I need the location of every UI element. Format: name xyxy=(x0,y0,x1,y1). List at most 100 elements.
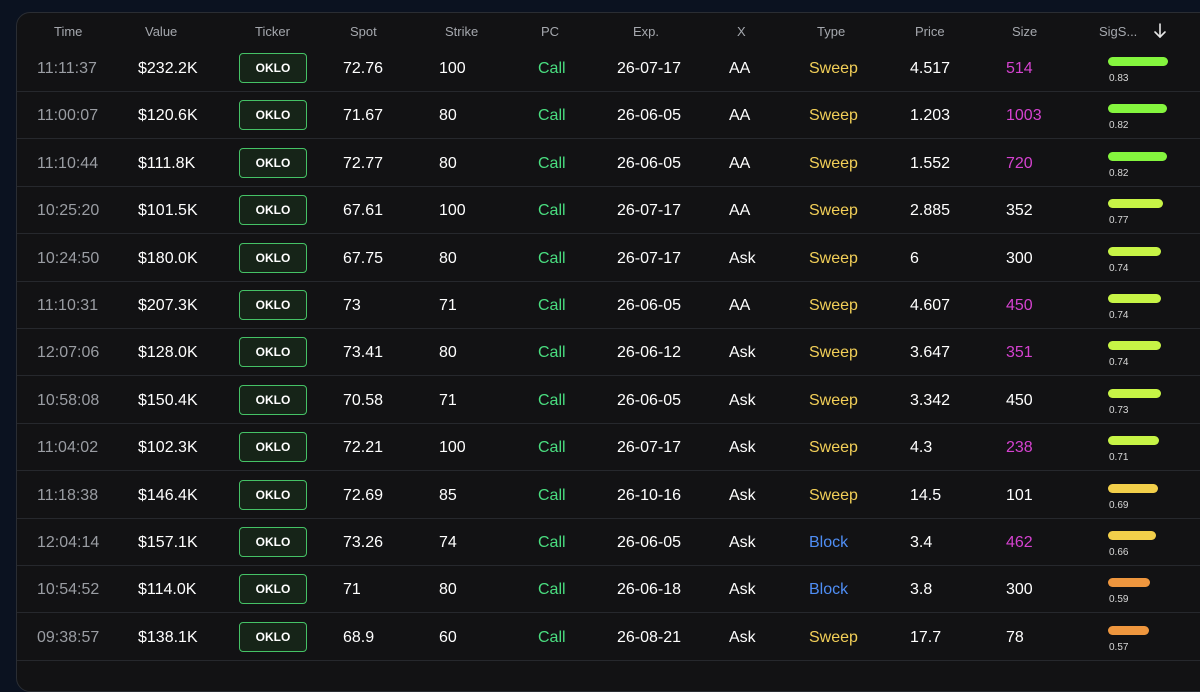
table-row[interactable]: 10:58:08 $150.4K 70.58 71 Call 26-06-05 Ask Swe… xyxy=(17,377,1200,424)
ticker-badge[interactable]: OKLO xyxy=(239,574,307,605)
cell-type: Block xyxy=(809,534,849,551)
cell-type: Sweep xyxy=(809,439,858,457)
cell-exp: 26-06-05 xyxy=(617,297,682,314)
cell-strike: 71 xyxy=(439,391,457,409)
cell-size: 514 xyxy=(1006,60,1033,77)
cell-price: 3.4 xyxy=(910,534,933,551)
cell-x: AA xyxy=(729,60,751,77)
table-row[interactable]: 11:10:31 $207.3K 73 71 Call 26-06-05 AA Sweep 4.… xyxy=(17,282,1200,329)
cell-strike: 100 xyxy=(439,60,466,77)
cell-strike: 80 xyxy=(439,107,457,125)
table-row[interactable]: 11:10:44 $111.8K 72.77 80 Call 26-06-05 AA Swee… xyxy=(17,140,1200,187)
table-row[interactable]: 11:00:07 $120.6K 71.67 80 Call 26-06-05 AA Swee… xyxy=(17,92,1200,140)
cell-strike: 60 xyxy=(439,628,457,646)
table-row[interactable]: 12:07:06 $128.0K 73.41 80 Call 26-06-12 Ask Swe… xyxy=(17,329,1200,377)
table-row[interactable]: 11:11:37 $232.2K 72.76 100 Call 26-07-17 AA Swe… xyxy=(17,45,1200,92)
ticker-badge[interactable]: OKLO xyxy=(239,242,307,273)
cell-x: AA xyxy=(729,297,751,314)
header-x[interactable]: X xyxy=(737,24,746,39)
table-row[interactable]: 10:25:20 $101.5K 67.61 100 Call 26-07-17 AA Swe… xyxy=(17,187,1200,235)
signal-score-bar xyxy=(1108,341,1161,351)
cell-pc: Call xyxy=(538,628,566,646)
cell-pc: Call xyxy=(538,534,566,551)
cell-strike: 74 xyxy=(439,534,457,551)
ticker-badge[interactable]: OKLO xyxy=(239,290,307,320)
cell-price: 4.607 xyxy=(910,297,951,314)
cell-value: $111.8K xyxy=(138,154,196,172)
cell-time: 12:04:14 xyxy=(37,534,100,551)
table-row[interactable]: 10:24:50 $180.0K 67.75 80 Call 26-07-17 Ask Swe… xyxy=(17,235,1200,282)
cell-pc: Call xyxy=(538,249,566,267)
header-spot[interactable]: Spot xyxy=(350,24,377,39)
table-row[interactable]: 10:54:52 $114.0K 71 80 Call 26-06-18 Ask Block 3… xyxy=(17,566,1200,614)
ticker-badge[interactable]: OKLO xyxy=(239,337,307,368)
cell-pc: Call xyxy=(538,60,566,77)
header-pc[interactable]: PC xyxy=(541,24,559,39)
table-row[interactable]: 09:38:57 $138.1K 68.9 60 Call 26-08-21 Ask Swee… xyxy=(17,614,1200,661)
header-time[interactable]: Time xyxy=(54,24,82,39)
header-size[interactable]: Size xyxy=(1012,24,1037,39)
cell-type: Sweep xyxy=(809,344,858,362)
ticker-badge[interactable]: OKLO xyxy=(239,147,307,178)
ticker-badge[interactable]: OKLO xyxy=(239,479,307,510)
cell-x: Ask xyxy=(729,628,756,646)
cell-value: $128.0K xyxy=(138,344,198,362)
ticker-badge[interactable]: OKLO xyxy=(239,195,307,226)
cell-time: 11:10:31 xyxy=(37,297,99,314)
cell-pc: Call xyxy=(538,391,566,409)
cell-x: Ask xyxy=(729,581,756,599)
ticker-badge[interactable]: OKLO xyxy=(239,527,307,557)
cell-exp: 26-06-12 xyxy=(617,344,682,362)
cell-strike: 80 xyxy=(439,249,457,267)
cell-type: Sweep xyxy=(809,249,858,267)
signal-score-bar xyxy=(1108,57,1168,66)
cell-time: 11:00:07 xyxy=(37,107,99,125)
signal-score-bar xyxy=(1108,104,1167,114)
cell-spot: 71.67 xyxy=(343,107,384,125)
cell-exp: 26-06-05 xyxy=(617,534,682,551)
cell-spot: 71 xyxy=(343,581,361,599)
header-ticker[interactable]: Ticker xyxy=(255,24,290,39)
cell-value: $102.3K xyxy=(138,439,198,457)
header-sigscore[interactable]: SigS... xyxy=(1099,24,1137,39)
table-row[interactable]: 12:04:14 $157.1K 73.26 74 Call 26-06-05 Ask Blo… xyxy=(17,519,1200,566)
signal-score-value: 0.59 xyxy=(1109,594,1129,606)
ticker-badge[interactable]: OKLO xyxy=(239,384,307,415)
cell-size: 351 xyxy=(1006,344,1033,362)
header-exp[interactable]: Exp. xyxy=(633,24,659,39)
cell-price: 3.8 xyxy=(910,581,933,599)
cell-value: $146.4K xyxy=(138,486,198,504)
cell-exp: 26-07-17 xyxy=(617,202,682,220)
ticker-badge[interactable]: OKLO xyxy=(239,621,307,652)
cell-spot: 68.9 xyxy=(343,628,375,646)
cell-spot: 72.76 xyxy=(343,60,384,77)
cell-strike: 100 xyxy=(439,439,466,457)
cell-value: $207.3K xyxy=(138,297,198,314)
ticker-badge[interactable]: OKLO xyxy=(239,100,307,131)
signal-score-value: 0.82 xyxy=(1109,167,1129,179)
table-row[interactable]: 11:18:38 $146.4K 72.69 85 Call 26-10-16 Ask Swe… xyxy=(17,472,1200,519)
cell-value: $120.6K xyxy=(138,107,198,125)
cell-spot: 67.61 xyxy=(343,202,384,220)
ticker-badge[interactable]: OKLO xyxy=(239,432,307,463)
cell-price: 17.7 xyxy=(910,628,942,646)
cell-x: Ask xyxy=(729,391,756,409)
signal-score-bar xyxy=(1108,199,1163,209)
cell-x: Ask xyxy=(729,439,756,457)
header-price[interactable]: Price xyxy=(915,24,945,39)
header-value[interactable]: Value xyxy=(145,24,177,39)
cell-price: 2.885 xyxy=(910,202,951,220)
signal-score-bar xyxy=(1108,483,1158,493)
arrow-down-icon[interactable] xyxy=(1152,22,1168,40)
header-type[interactable]: Type xyxy=(817,24,845,39)
cell-price: 4.3 xyxy=(910,439,933,457)
cell-time: 10:25:20 xyxy=(37,202,100,220)
header-strike[interactable]: Strike xyxy=(445,24,478,39)
cell-x: Ask xyxy=(729,344,756,362)
cell-size: 450 xyxy=(1006,297,1033,314)
table-row[interactable]: 11:04:02 $102.3K 72.21 100 Call 26-07-17 Ask Sw… xyxy=(17,424,1200,472)
cell-x: Ask xyxy=(729,534,756,551)
cell-spot: 73.41 xyxy=(343,344,384,362)
ticker-badge[interactable]: OKLO xyxy=(239,53,307,83)
cell-time: 10:54:52 xyxy=(37,581,100,599)
